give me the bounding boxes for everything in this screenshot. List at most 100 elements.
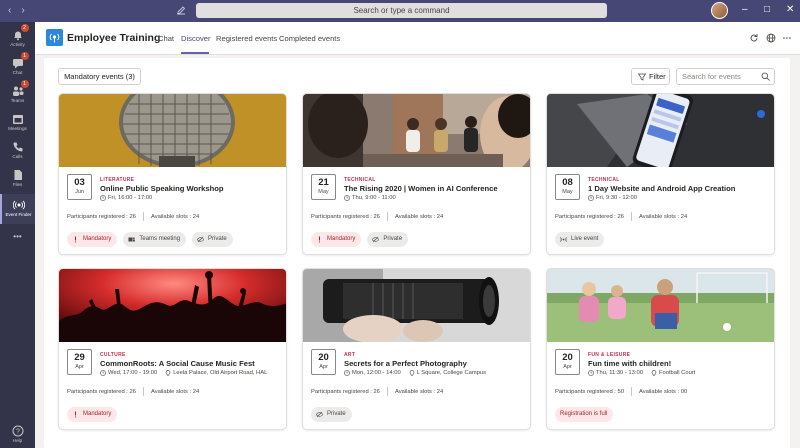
available-slots: Available slots : 24: [394, 388, 444, 395]
event-meta: Fri, 9:30 - 12:00: [588, 195, 637, 201]
event-category: CULTURE: [100, 352, 126, 358]
more-icon: •••: [13, 232, 22, 241]
more-options-icon[interactable]: [782, 33, 792, 43]
broadcast-icon: [12, 198, 25, 210]
tag-registration-full: Registration is full: [555, 407, 614, 422]
event-search-input[interactable]: Search for events: [676, 68, 775, 85]
tag-label: Mandatory: [83, 411, 112, 417]
globe-icon[interactable]: [766, 33, 776, 43]
event-time: Thu, 11:30 - 13:00: [596, 370, 643, 376]
event-title[interactable]: 1 Day Website and Android App Creation: [588, 184, 770, 193]
event-image-children-playing: [547, 269, 774, 342]
search-icon: [761, 72, 770, 81]
compose-icon[interactable]: [176, 5, 186, 15]
maximize-icon[interactable]: □: [764, 3, 770, 17]
event-month: Apr: [563, 364, 572, 370]
tag-label: Live event: [571, 236, 599, 242]
participants-registered: Participants registered : 26: [311, 213, 380, 220]
title-bar: ‹ › Search or type a command – □ ✕: [0, 0, 800, 22]
event-title[interactable]: The Rising 2020 | Women in AI Conference: [344, 184, 526, 193]
event-title[interactable]: Online Public Speaking Workshop: [100, 184, 282, 193]
app-title: Employee Training: [67, 32, 161, 44]
event-category: ART: [344, 352, 356, 358]
user-avatar[interactable]: [711, 2, 728, 19]
bell-icon: 2: [12, 24, 29, 41]
rail-label: Meetings: [8, 126, 27, 131]
mandatory-events-button[interactable]: Mandatory events (3): [58, 68, 141, 85]
event-meta: Thu, 11:30 - 13:00 Football Court: [588, 370, 695, 376]
tab-registered-events[interactable]: Registered events: [216, 34, 277, 43]
clock-icon: [100, 195, 106, 201]
event-tags: Mandatory Private: [311, 232, 409, 247]
event-month: Apr: [319, 364, 328, 370]
rail-files[interactable]: Files: [0, 164, 35, 194]
rail-chat[interactable]: 1 Chat: [0, 52, 35, 82]
event-tags: Live event: [555, 232, 605, 247]
svg-text:?: ?: [16, 429, 20, 436]
stats-divider: [142, 212, 144, 221]
exclamation-icon: [319, 236, 320, 243]
location-pin-icon: [165, 370, 171, 376]
event-card[interactable]: 20 Apr ART Secrets for a Perfect Photogr…: [302, 268, 531, 430]
tab-completed-events[interactable]: Completed events: [279, 34, 340, 43]
app-header: Employee Training Chat Discover Register…: [35, 22, 800, 55]
event-title[interactable]: Secrets for a Perfect Photography: [344, 359, 526, 368]
exclamation-icon: [75, 411, 76, 418]
rail-event-finder[interactable]: Event Finder: [0, 194, 35, 224]
app-logo-icon: [46, 29, 63, 46]
clock-icon: [344, 370, 350, 376]
refresh-icon[interactable]: [749, 33, 759, 43]
event-meta: Mon, 12:00 - 14:00 L Square, College Cam…: [344, 370, 486, 376]
event-card[interactable]: 08 May TECHNICAL 1 Day Website and Andro…: [546, 93, 775, 255]
event-title[interactable]: CommonRoots: A Social Cause Music Fest: [100, 359, 282, 368]
rail-label: Event Finder: [5, 212, 32, 217]
rail-help[interactable]: ? Help: [0, 420, 35, 448]
stats-divider: [142, 387, 144, 396]
rail-meetings[interactable]: Meetings: [0, 108, 35, 138]
event-card[interactable]: 29 Apr CULTURE CommonRoots: A Social Cau…: [58, 268, 287, 430]
forward-arrow-icon[interactable]: ›: [21, 5, 24, 17]
clock-icon: [100, 370, 106, 376]
event-stats: Participants registered : 26 Available s…: [67, 212, 199, 221]
event-card[interactable]: 03 Jun LITERATURE Online Public Speaking…: [58, 93, 287, 255]
event-title[interactable]: Fun time with children!: [588, 359, 770, 368]
event-stats: Participants registered : 26 Available s…: [311, 212, 443, 221]
event-tags: Registration is full: [555, 407, 614, 422]
stats-divider: [386, 212, 388, 221]
event-tags: Mandatory Teams meeting Private: [67, 232, 233, 247]
event-tags: Private: [311, 407, 352, 422]
tag-mandatory: Mandatory: [67, 232, 118, 247]
event-image-phone: [547, 94, 774, 167]
event-month: Apr: [75, 364, 84, 370]
calendar-icon: [12, 112, 24, 124]
event-card[interactable]: 21 May TECHNICAL The Rising 2020 | Women…: [302, 93, 531, 255]
tag-private: Private: [192, 232, 233, 247]
tab-chat[interactable]: Chat: [158, 34, 174, 43]
event-card[interactable]: 20 Apr FUN & LEISURE Fun time with child…: [546, 268, 775, 430]
event-meta: Fri, 16:00 - 17:00: [100, 195, 152, 201]
back-arrow-icon[interactable]: ‹: [8, 5, 11, 17]
teams-icon: 1: [12, 80, 29, 96]
chat-icon: 1: [12, 52, 29, 69]
teams-badge: 1: [20, 80, 29, 88]
rail-calls[interactable]: Calls: [0, 136, 35, 166]
rail-teams[interactable]: 1 Teams: [0, 80, 35, 110]
minimize-icon[interactable]: –: [742, 3, 748, 17]
teams-meeting-icon: [128, 237, 136, 242]
tag-label: Teams meeting: [139, 236, 181, 242]
event-day: 20: [562, 352, 573, 363]
command-search-input[interactable]: Search or type a command: [196, 3, 607, 18]
filter-button[interactable]: Filter: [631, 68, 670, 85]
event-category: LITERATURE: [100, 177, 135, 183]
search-placeholder: Search for events: [682, 72, 741, 81]
rail-activity[interactable]: 2 Activity: [0, 24, 35, 54]
history-nav: ‹ ›: [8, 5, 25, 17]
clock-icon: [588, 195, 594, 201]
event-month: May: [318, 189, 329, 195]
event-stats: Participants registered : 26 Available s…: [555, 212, 687, 221]
close-icon[interactable]: ✕: [786, 3, 794, 17]
rail-more[interactable]: •••: [0, 228, 35, 258]
tab-discover[interactable]: Discover: [181, 34, 211, 43]
event-time: Fri, 9:30 - 12:00: [596, 195, 637, 201]
filter-row: Mandatory events (3) Filter Search for e…: [44, 58, 790, 88]
